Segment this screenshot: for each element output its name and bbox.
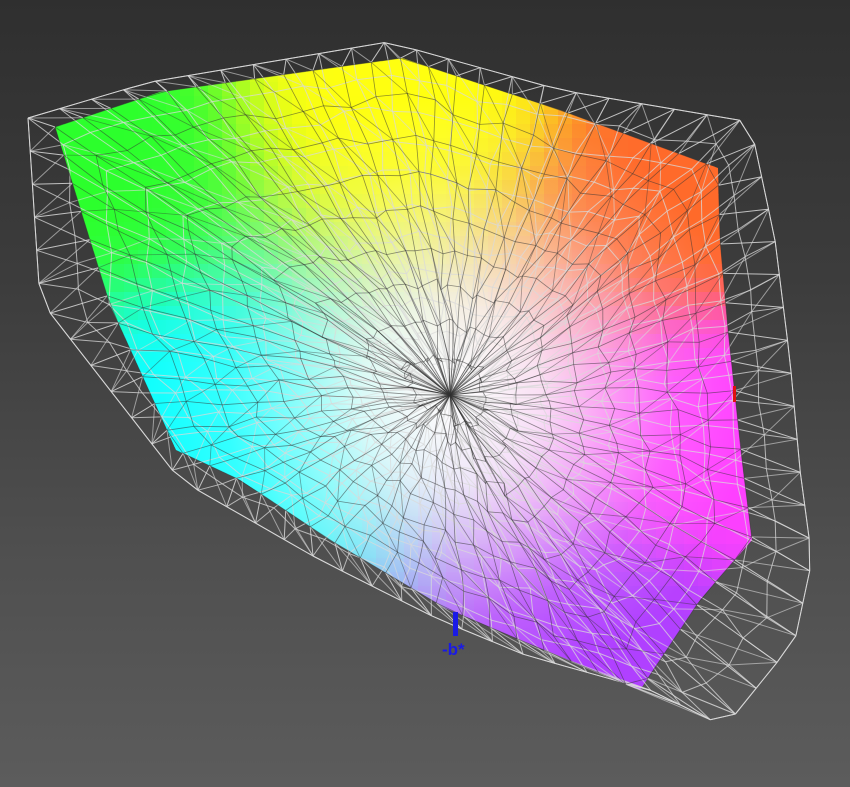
gamut-color-surface — [55, 58, 752, 690]
b-axis-label: -b* — [442, 640, 465, 659]
gamut-3d-viewport[interactable]: -b* — [0, 0, 850, 787]
gamut-plot — [27, 42, 811, 721]
b-axis-marker — [453, 612, 458, 636]
a-axis-marker — [733, 386, 736, 402]
